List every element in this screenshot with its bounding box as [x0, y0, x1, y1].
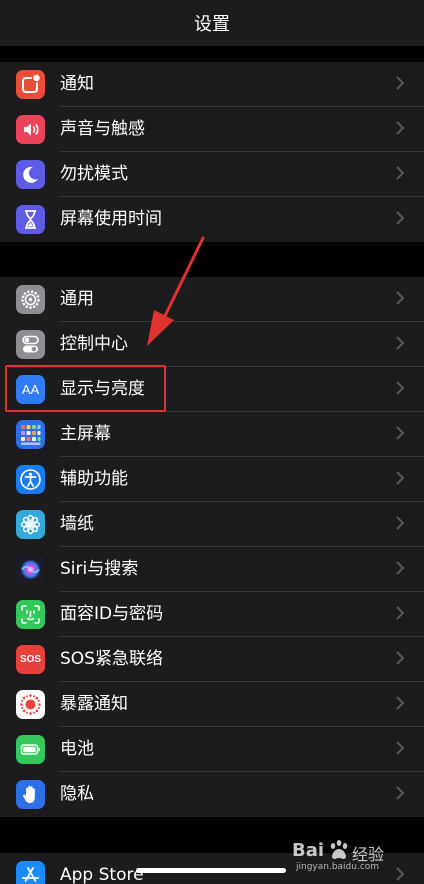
settings-row-label: 辅助功能 — [60, 469, 128, 489]
accessibility-icon — [16, 465, 45, 494]
battery-icon — [16, 735, 45, 764]
settings-row-label: 暴露通知 — [60, 694, 128, 714]
settings-row-privacy[interactable]: 隐私 — [0, 772, 424, 817]
settings-row-label: App Store — [60, 865, 144, 884]
home-screen-icon — [16, 420, 45, 449]
settings-row-label: 隐私 — [60, 784, 94, 804]
wallpaper-flower-icon — [16, 510, 45, 539]
sounds-icon — [16, 115, 45, 144]
sos-icon: SOS — [16, 645, 45, 674]
settings-row-sounds[interactable]: 声音与触感 — [0, 107, 424, 152]
settings-row-label: SOS紧急联络 — [60, 649, 163, 669]
chevron-right-icon — [394, 277, 406, 322]
settings-row-general[interactable]: 通用 — [0, 277, 424, 322]
chevron-right-icon — [394, 592, 406, 637]
settings-row-label: 声音与触感 — [60, 119, 145, 139]
settings-row-label: 主屏幕 — [60, 424, 111, 444]
chevron-right-icon — [394, 322, 406, 367]
settings-row-label: 勿扰模式 — [60, 164, 128, 184]
hand-icon — [16, 780, 45, 809]
home-indicator[interactable] — [136, 868, 286, 873]
chevron-right-icon — [394, 197, 406, 242]
settings-group-1: 通知 声音与触感 勿扰模式 屏幕使用时间 — [0, 62, 424, 242]
settings-row-notifications[interactable]: 通知 — [0, 62, 424, 107]
hourglass-icon — [16, 205, 45, 234]
settings-row-do-not-disturb[interactable]: 勿扰模式 — [0, 152, 424, 197]
settings-row-siri[interactable]: Siri与搜索 — [0, 547, 424, 592]
face-id-icon — [16, 600, 45, 629]
settings-row-label: 电池 — [60, 739, 94, 759]
settings-row-screen-time[interactable]: 屏幕使用时间 — [0, 197, 424, 242]
sos-icon-text: SOS — [19, 654, 42, 665]
gear-icon — [16, 285, 45, 314]
settings-row-label: 面容ID与密码 — [60, 604, 164, 624]
settings-row-label: 屏幕使用时间 — [60, 209, 162, 229]
chevron-right-icon — [394, 637, 406, 682]
settings-group-2: 通用 控制中心 AA 显示与亮度 主屏幕 辅助功能 墙纸 Siri与搜索 面容I… — [0, 277, 424, 817]
watermark-url: jingyan.baidu.com — [296, 862, 380, 872]
settings-row-exposure-notifications[interactable]: 暴露通知 — [0, 682, 424, 727]
chevron-right-icon — [394, 547, 406, 592]
settings-row-accessibility[interactable]: 辅助功能 — [0, 457, 424, 502]
settings-row-label: 通知 — [60, 74, 94, 94]
watermark-brand: Bai — [292, 840, 325, 861]
settings-row-face-id[interactable]: 面容ID与密码 — [0, 592, 424, 637]
chevron-right-icon — [394, 727, 406, 772]
chevron-right-icon — [394, 457, 406, 502]
settings-row-wallpaper[interactable]: 墙纸 — [0, 502, 424, 547]
settings-row-battery[interactable]: 电池 — [0, 727, 424, 772]
chevron-right-icon — [394, 62, 406, 107]
settings-row-home-screen[interactable]: 主屏幕 — [0, 412, 424, 457]
exposure-icon — [16, 690, 45, 719]
notifications-icon — [16, 70, 45, 99]
settings-row-label: 控制中心 — [60, 334, 128, 354]
toggles-icon — [16, 330, 45, 359]
settings-row-emergency-sos[interactable]: SOS SOS紧急联络 — [0, 637, 424, 682]
page-title: 设置 — [194, 14, 230, 35]
chevron-right-icon — [394, 152, 406, 197]
chevron-right-icon — [394, 772, 406, 817]
nav-bar: 设置 — [0, 0, 424, 46]
settings-row-label: 墙纸 — [60, 514, 94, 534]
chevron-right-icon — [394, 502, 406, 547]
chevron-right-icon — [394, 682, 406, 727]
chevron-right-icon — [394, 412, 406, 457]
settings-row-label: Siri与搜索 — [60, 559, 139, 579]
settings-row-label: 通用 — [60, 289, 94, 309]
chevron-right-icon — [394, 367, 406, 412]
siri-icon — [16, 555, 45, 584]
highlight-box — [5, 365, 166, 412]
settings-row-control-center[interactable]: 控制中心 — [0, 322, 424, 367]
moon-icon — [16, 160, 45, 189]
chevron-right-icon — [394, 107, 406, 152]
app-store-icon — [16, 861, 45, 884]
baidu-jingyan-watermark: Bai 经验 jingyan.baidu.com — [292, 838, 414, 876]
